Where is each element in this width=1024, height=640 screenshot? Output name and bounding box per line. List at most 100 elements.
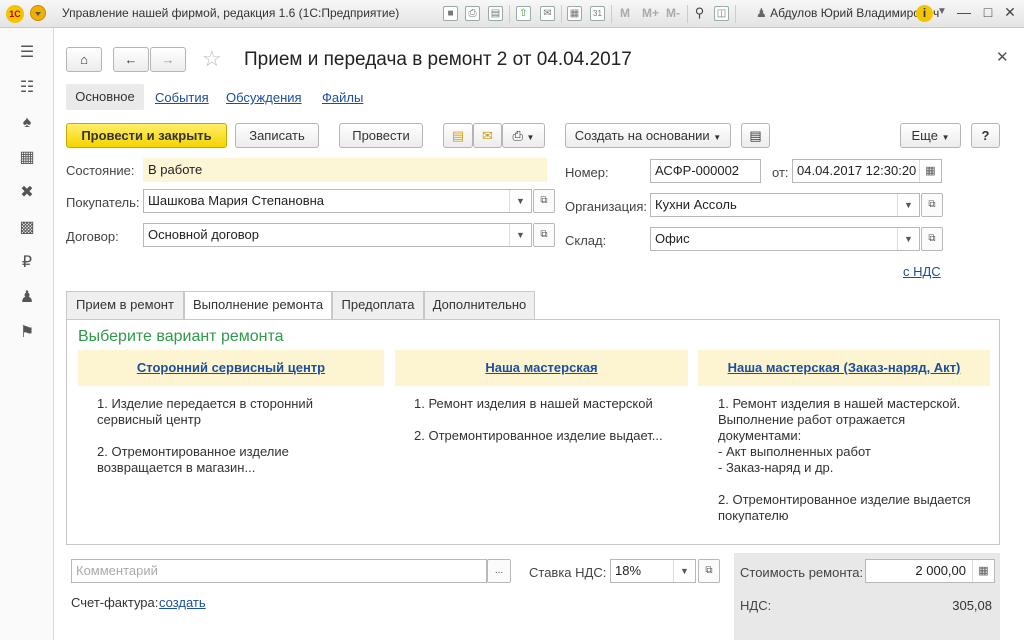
organization-label: Организация: (565, 199, 648, 214)
create-based-on-label: Создать на основании (574, 128, 710, 143)
vat-amount-value: 305,08 (952, 598, 992, 613)
calendar-icon[interactable]: ▦ (919, 160, 941, 182)
favorite-star-icon[interactable]: ☆ (202, 46, 222, 72)
home-button[interactable]: ⌂ (66, 47, 102, 72)
more-button[interactable]: Еще ▼ (900, 123, 961, 148)
menu-icon[interactable]: ☰ (0, 40, 54, 66)
info-dropdown-icon[interactable]: ▼ (937, 6, 947, 17)
tab-repair-execution[interactable]: Выполнение ремонта (184, 291, 332, 320)
comment-field[interactable]: Комментарий (71, 559, 487, 583)
info-icon[interactable]: i (916, 5, 933, 22)
state-label: Состояние: (66, 163, 135, 178)
print-icon[interactable]: ⎙ (465, 6, 480, 21)
vat-rate-value: 18% (615, 563, 642, 578)
invoice-create-link[interactable]: создать (159, 595, 206, 610)
tab-additional[interactable]: Дополнительно (424, 291, 535, 319)
mail-icon[interactable]: ✉ (540, 6, 555, 21)
sections-sidebar: ☰ ☷ ♠ ▦ ✖ ▩ ₽ ♟ ⚑ (0, 28, 54, 640)
buyer-dropdown-icon[interactable]: ▼ (509, 190, 531, 212)
window-icon[interactable]: ◫ (714, 6, 729, 21)
contacts-icon[interactable]: ☷ (0, 75, 54, 101)
calculator-icon[interactable]: ▦ (567, 6, 582, 21)
current-user[interactable]: ♟ Абдулов Юрий Владимирович (756, 6, 939, 20)
vat-rate-label: Ставка НДС: (529, 565, 607, 580)
minimize-icon[interactable]: — (956, 4, 972, 20)
more-label: Еще (911, 128, 938, 143)
factory-icon[interactable]: ▩ (0, 215, 54, 241)
comment-expand-button[interactable]: ... (487, 559, 511, 583)
print-button[interactable]: ⎙ ▼ (502, 123, 545, 148)
calculator-icon[interactable]: ▦ (972, 560, 994, 582)
write-button[interactable]: Записать (235, 123, 319, 148)
organization-dropdown-icon[interactable]: ▼ (897, 194, 919, 216)
report-button[interactable]: ▤ (741, 123, 770, 148)
help-button[interactable]: ? (971, 123, 1000, 148)
tab-main[interactable]: Основное (66, 84, 144, 110)
app-titlebar: 1С Управление нашей фирмой, редакция 1.6… (0, 0, 1024, 28)
app-title: Управление нашей фирмой, редакция 1.6 (1… (62, 6, 400, 20)
number-field[interactable]: АСФР-000002 (650, 159, 761, 183)
buyer-field[interactable]: Шашкова Мария Степановна ▼ (143, 189, 532, 213)
warehouse-field[interactable]: Офис ▼ (650, 227, 920, 251)
contract-open-button[interactable]: ⧉ (533, 223, 555, 247)
vat-rate-field[interactable]: 18% ▼ (610, 559, 696, 583)
preview-icon[interactable]: ▤ (488, 6, 503, 21)
close-window-icon[interactable]: ✕ (1002, 4, 1018, 21)
post-button[interactable]: Провести (339, 123, 423, 148)
chevron-down-icon: ▼ (713, 133, 722, 142)
repair-cost-field[interactable]: 2 000,00 ▦ (865, 559, 995, 583)
variant-own-workshop-link[interactable]: Наша мастерская (395, 350, 688, 386)
vat-rate-dropdown-icon[interactable]: ▼ (673, 560, 695, 582)
create-based-on-button[interactable]: Создать на основании ▼ (565, 123, 731, 148)
main-menu-button[interactable] (30, 5, 46, 21)
date-field[interactable]: 04.04.2017 12:30:20 ▦ (792, 159, 942, 183)
organization-open-button[interactable]: ⧉ (921, 193, 943, 217)
warehouse-open-button[interactable]: ⧉ (921, 227, 943, 251)
contract-label: Договор: (66, 229, 119, 244)
money-icon[interactable]: ₽ (0, 250, 54, 276)
vat-mode-link[interactable]: с НДС (903, 264, 941, 279)
contract-dropdown-icon[interactable]: ▼ (509, 224, 531, 246)
tools-icon[interactable]: ✖ (0, 180, 54, 206)
upload-icon[interactable]: ⇧ (516, 6, 531, 21)
date-value: 04.04.2017 12:30:20 (797, 163, 917, 178)
contract-field[interactable]: Основной договор ▼ (143, 223, 532, 247)
memory-plus-icon[interactable]: M+ (642, 6, 659, 20)
memory-minus-icon[interactable]: M- (666, 6, 680, 20)
tab-prepayment-label: Предоплата (341, 297, 415, 312)
comment-placeholder: Комментарий (76, 563, 158, 578)
tab-receiving-label: Прием в ремонт (76, 297, 174, 312)
warehouse-dropdown-icon[interactable]: ▼ (897, 228, 919, 250)
tab-receiving[interactable]: Прием в ремонт (66, 291, 184, 319)
send-mail-button[interactable]: ✉ (473, 123, 502, 148)
chevron-down-icon: ▼ (941, 133, 950, 142)
state-field[interactable]: В работе (143, 158, 547, 182)
memory-icon[interactable]: M (620, 6, 630, 20)
basket-icon[interactable]: ♠ (0, 110, 54, 136)
vat-amount-label: НДС: (740, 598, 772, 613)
post-and-close-button[interactable]: Провести и закрыть (66, 123, 227, 148)
close-form-icon[interactable]: ✕ (996, 48, 1009, 66)
tab-events[interactable]: События (155, 90, 209, 105)
toolbar-separator (561, 5, 562, 23)
tab-files[interactable]: Файлы (322, 90, 363, 105)
attach-file-button[interactable]: ▤ (443, 123, 473, 148)
variant-own-workshop-order-link[interactable]: Наша мастерская (Заказ-наряд, Акт) (698, 350, 990, 386)
calendar-icon[interactable]: 31 (590, 6, 605, 21)
tab-prepayment[interactable]: Предоплата (332, 291, 424, 319)
vat-rate-open-button[interactable]: ⧉ (698, 559, 720, 583)
invoice-label: Счет-фактура: (71, 595, 159, 610)
back-button[interactable]: ← (113, 47, 149, 72)
save-icon[interactable]: ■ (443, 6, 458, 21)
people-icon[interactable]: ♟ (0, 285, 54, 311)
search-icon[interactable]: ⚲ (692, 6, 707, 21)
variant-external-service-link[interactable]: Сторонний сервисный центр (78, 350, 384, 386)
repair-cost-label: Стоимость ремонта: (740, 565, 864, 580)
production-icon[interactable]: ▦ (0, 145, 54, 171)
organization-field[interactable]: Кухни Ассоль ▼ (650, 193, 920, 217)
buyer-open-button[interactable]: ⧉ (533, 189, 555, 213)
flag-icon[interactable]: ⚑ (0, 320, 54, 346)
forward-button[interactable]: → (150, 47, 186, 72)
tab-discussions[interactable]: Обсуждения (226, 90, 302, 105)
maximize-icon[interactable]: □ (980, 4, 996, 20)
